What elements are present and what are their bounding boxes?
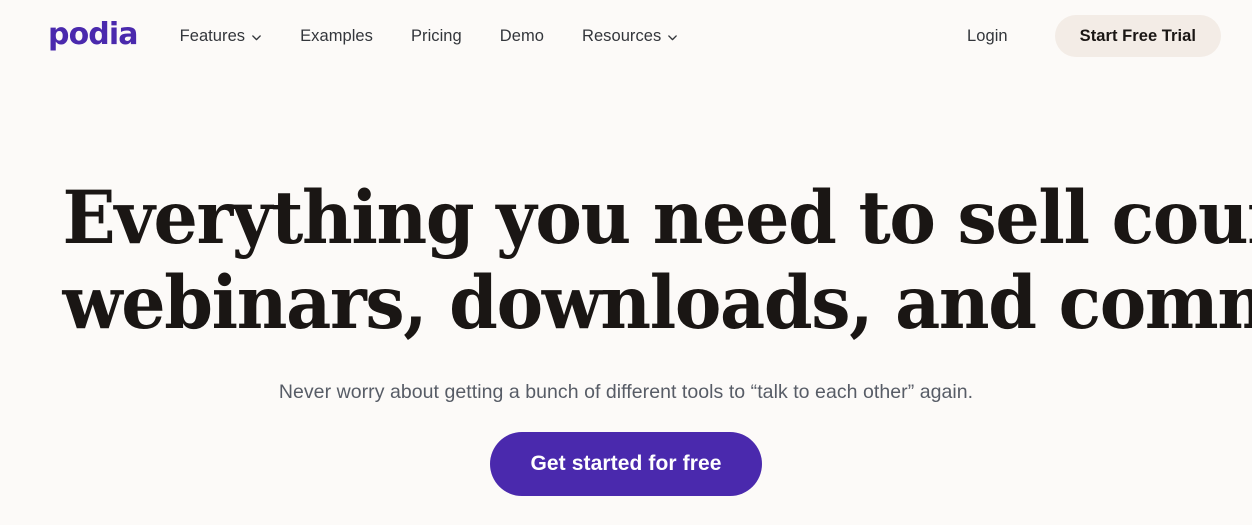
primary-navigation: Features Examples Pricing Demo Resources xyxy=(180,19,679,54)
hero-headline-line-1: Everything you need to sell courses, xyxy=(62,175,1252,261)
nav-item-demo[interactable]: Demo xyxy=(500,19,544,54)
get-started-for-free-button[interactable]: Get started for free xyxy=(490,432,762,496)
chevron-down-icon xyxy=(251,32,262,43)
hero-headline-line-2: webinars, downloads, and community. xyxy=(62,260,1252,346)
hero-headline: Everything you need to sell courses, web… xyxy=(62,175,1252,346)
chevron-down-icon xyxy=(667,32,678,43)
start-free-trial-button[interactable]: Start Free Trial xyxy=(1054,15,1221,57)
nav-item-label: Pricing xyxy=(410,26,462,45)
hero-subheadline: Never worry about getting a bunch of dif… xyxy=(278,381,974,403)
nav-item-features[interactable]: Features xyxy=(180,19,263,54)
hero-section: Everything you need to sell courses, web… xyxy=(0,72,1252,525)
nav-item-label: Resources xyxy=(581,26,662,45)
header-actions: Login Start Free Trial xyxy=(963,15,1221,57)
nav-item-label: Examples xyxy=(300,26,373,45)
nav-item-label: Demo xyxy=(499,26,544,45)
podia-logo[interactable]: podia xyxy=(48,20,138,50)
nav-item-resources[interactable]: Resources xyxy=(582,19,678,54)
login-link[interactable]: Login xyxy=(963,19,1012,54)
landing-page: podia Features Examples Pricing Demo Res… xyxy=(0,0,1252,525)
nav-item-examples[interactable]: Examples xyxy=(300,19,373,54)
site-header: podia Features Examples Pricing Demo Res… xyxy=(0,0,1252,72)
nav-item-pricing[interactable]: Pricing xyxy=(411,19,462,54)
nav-item-label: Features xyxy=(179,26,246,45)
